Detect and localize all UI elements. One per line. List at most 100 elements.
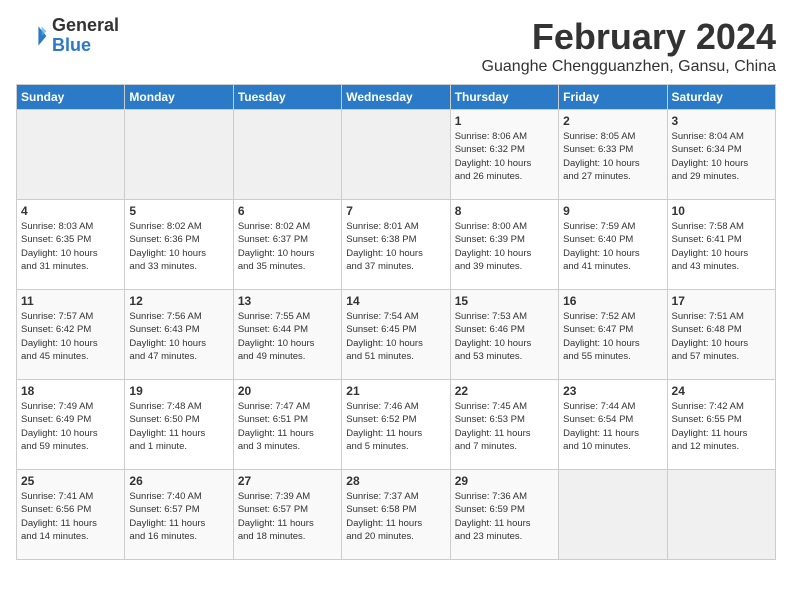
day-number: 21 bbox=[346, 384, 445, 398]
day-number: 22 bbox=[455, 384, 554, 398]
calendar-cell bbox=[125, 110, 233, 200]
day-info: Sunrise: 7:42 AM Sunset: 6:55 PM Dayligh… bbox=[672, 400, 771, 453]
calendar-subtitle: Guanghe Chengguanzhen, Gansu, China bbox=[482, 58, 776, 76]
day-number: 8 bbox=[455, 204, 554, 218]
day-info: Sunrise: 8:05 AM Sunset: 6:33 PM Dayligh… bbox=[563, 130, 662, 183]
calendar-cell: 4Sunrise: 8:03 AM Sunset: 6:35 PM Daylig… bbox=[17, 200, 125, 290]
calendar-cell: 20 Sunrise: 7:47 AM Sunset: 6:51 PM Dayli… bbox=[233, 380, 341, 470]
calendar-cell: 18 Sunrise: 7:49 AM Sunset: 6:49 PM Dayli… bbox=[17, 380, 125, 470]
calendar-body: 1 Sunrise: 8:06 AM Sunset: 6:32 PM Daylig… bbox=[17, 110, 776, 560]
day-info: Sunrise: 7:45 AM Sunset: 6:53 PM Dayligh… bbox=[455, 400, 554, 453]
day-info: Sunrise: 7:36 AM Sunset: 6:59 PM Dayligh… bbox=[455, 490, 554, 543]
day-number: 15 bbox=[455, 294, 554, 308]
day-info: Sunrise: 8:03 AM Sunset: 6:35 PM Dayligh… bbox=[21, 220, 120, 273]
day-number: 16 bbox=[563, 294, 662, 308]
day-number: 11 bbox=[21, 294, 120, 308]
day-info: Sunrise: 7:56 AM Sunset: 6:43 PM Dayligh… bbox=[129, 310, 228, 363]
calendar-cell: 14 Sunrise: 7:54 AM Sunset: 6:45 PM Dayli… bbox=[342, 290, 450, 380]
day-number: 25 bbox=[21, 474, 120, 488]
day-info: Sunrise: 7:55 AM Sunset: 6:44 PM Dayligh… bbox=[238, 310, 337, 363]
page-header: General Blue February 2024 Guanghe Cheng… bbox=[16, 16, 776, 76]
day-number: 2 bbox=[563, 114, 662, 128]
calendar-cell: 11 Sunrise: 7:57 AM Sunset: 6:42 PM Dayli… bbox=[17, 290, 125, 380]
calendar-cell: 8Sunrise: 8:00 AM Sunset: 6:39 PM Daylig… bbox=[450, 200, 558, 290]
day-number: 24 bbox=[672, 384, 771, 398]
day-number: 10 bbox=[672, 204, 771, 218]
day-info: Sunrise: 7:47 AM Sunset: 6:51 PM Dayligh… bbox=[238, 400, 337, 453]
day-number: 6 bbox=[238, 204, 337, 218]
day-info: Sunrise: 7:59 AM Sunset: 6:40 PM Dayligh… bbox=[563, 220, 662, 273]
calendar-cell bbox=[667, 470, 775, 560]
day-number: 14 bbox=[346, 294, 445, 308]
header-day: Friday bbox=[559, 85, 667, 110]
calendar-cell: 13Sunrise: 7:55 AM Sunset: 6:44 PM Dayli… bbox=[233, 290, 341, 380]
day-number: 1 bbox=[455, 114, 554, 128]
calendar-cell: 9 Sunrise: 7:59 AM Sunset: 6:40 PM Daylig… bbox=[559, 200, 667, 290]
calendar-table: SundayMondayTuesdayWednesdayThursdayFrid… bbox=[16, 84, 776, 560]
day-number: 23 bbox=[563, 384, 662, 398]
day-number: 5 bbox=[129, 204, 228, 218]
day-info: Sunrise: 7:41 AM Sunset: 6:56 PM Dayligh… bbox=[21, 490, 120, 543]
calendar-week: 18 Sunrise: 7:49 AM Sunset: 6:49 PM Dayli… bbox=[17, 380, 776, 470]
day-info: Sunrise: 8:04 AM Sunset: 6:34 PM Dayligh… bbox=[672, 130, 771, 183]
header-day: Thursday bbox=[450, 85, 558, 110]
calendar-cell: 16 Sunrise: 7:52 AM Sunset: 6:47 PM Dayli… bbox=[559, 290, 667, 380]
calendar-cell: 19 Sunrise: 7:48 AM Sunset: 6:50 PM Dayli… bbox=[125, 380, 233, 470]
day-number: 28 bbox=[346, 474, 445, 488]
day-info: Sunrise: 8:02 AM Sunset: 6:36 PM Dayligh… bbox=[129, 220, 228, 273]
calendar-cell bbox=[342, 110, 450, 200]
calendar-cell: 5 Sunrise: 8:02 AM Sunset: 6:36 PM Daylig… bbox=[125, 200, 233, 290]
day-info: Sunrise: 7:44 AM Sunset: 6:54 PM Dayligh… bbox=[563, 400, 662, 453]
calendar-header: SundayMondayTuesdayWednesdayThursdayFrid… bbox=[17, 85, 776, 110]
day-number: 7 bbox=[346, 204, 445, 218]
calendar-week: 4Sunrise: 8:03 AM Sunset: 6:35 PM Daylig… bbox=[17, 200, 776, 290]
day-info: Sunrise: 7:37 AM Sunset: 6:58 PM Dayligh… bbox=[346, 490, 445, 543]
day-info: Sunrise: 7:52 AM Sunset: 6:47 PM Dayligh… bbox=[563, 310, 662, 363]
day-info: Sunrise: 8:02 AM Sunset: 6:37 PM Dayligh… bbox=[238, 220, 337, 273]
day-info: Sunrise: 7:54 AM Sunset: 6:45 PM Dayligh… bbox=[346, 310, 445, 363]
header-day: Sunday bbox=[17, 85, 125, 110]
calendar-cell: 26Sunrise: 7:40 AM Sunset: 6:57 PM Dayli… bbox=[125, 470, 233, 560]
day-number: 19 bbox=[129, 384, 228, 398]
day-number: 20 bbox=[238, 384, 337, 398]
logo-icon bbox=[16, 20, 48, 52]
header-day: Monday bbox=[125, 85, 233, 110]
day-number: 3 bbox=[672, 114, 771, 128]
logo-general-text: General bbox=[52, 15, 119, 35]
calendar-week: 1 Sunrise: 8:06 AM Sunset: 6:32 PM Daylig… bbox=[17, 110, 776, 200]
day-info: Sunrise: 7:58 AM Sunset: 6:41 PM Dayligh… bbox=[672, 220, 771, 273]
calendar-cell: 1 Sunrise: 8:06 AM Sunset: 6:32 PM Daylig… bbox=[450, 110, 558, 200]
day-info: Sunrise: 7:39 AM Sunset: 6:57 PM Dayligh… bbox=[238, 490, 337, 543]
calendar-cell: 23 Sunrise: 7:44 AM Sunset: 6:54 PM Dayli… bbox=[559, 380, 667, 470]
day-info: Sunrise: 7:49 AM Sunset: 6:49 PM Dayligh… bbox=[21, 400, 120, 453]
calendar-cell: 2 Sunrise: 8:05 AM Sunset: 6:33 PM Daylig… bbox=[559, 110, 667, 200]
header-row: SundayMondayTuesdayWednesdayThursdayFrid… bbox=[17, 85, 776, 110]
header-day: Wednesday bbox=[342, 85, 450, 110]
calendar-cell: 3 Sunrise: 8:04 AM Sunset: 6:34 PM Daylig… bbox=[667, 110, 775, 200]
calendar-week: 25 Sunrise: 7:41 AM Sunset: 6:56 PM Dayli… bbox=[17, 470, 776, 560]
calendar-cell bbox=[559, 470, 667, 560]
calendar-cell: 28 Sunrise: 7:37 AM Sunset: 6:58 PM Dayli… bbox=[342, 470, 450, 560]
day-info: Sunrise: 7:53 AM Sunset: 6:46 PM Dayligh… bbox=[455, 310, 554, 363]
calendar-cell: 29Sunrise: 7:36 AM Sunset: 6:59 PM Dayli… bbox=[450, 470, 558, 560]
calendar-title: February 2024 bbox=[482, 16, 776, 58]
calendar-cell: 6 Sunrise: 8:02 AM Sunset: 6:37 PM Daylig… bbox=[233, 200, 341, 290]
day-number: 18 bbox=[21, 384, 120, 398]
calendar-week: 11 Sunrise: 7:57 AM Sunset: 6:42 PM Dayli… bbox=[17, 290, 776, 380]
calendar-cell: 17 Sunrise: 7:51 AM Sunset: 6:48 PM Dayli… bbox=[667, 290, 775, 380]
header-day: Tuesday bbox=[233, 85, 341, 110]
calendar-cell: 7Sunrise: 8:01 AM Sunset: 6:38 PM Daylig… bbox=[342, 200, 450, 290]
calendar-cell: 27Sunrise: 7:39 AM Sunset: 6:57 PM Dayli… bbox=[233, 470, 341, 560]
day-number: 9 bbox=[563, 204, 662, 218]
day-info: Sunrise: 7:51 AM Sunset: 6:48 PM Dayligh… bbox=[672, 310, 771, 363]
calendar-cell: 22 Sunrise: 7:45 AM Sunset: 6:53 PM Dayli… bbox=[450, 380, 558, 470]
day-number: 17 bbox=[672, 294, 771, 308]
title-section: February 2024 Guanghe Chengguanzhen, Gan… bbox=[482, 16, 776, 76]
day-info: Sunrise: 7:48 AM Sunset: 6:50 PM Dayligh… bbox=[129, 400, 228, 453]
calendar-cell: 21Sunrise: 7:46 AM Sunset: 6:52 PM Dayli… bbox=[342, 380, 450, 470]
day-info: Sunrise: 8:06 AM Sunset: 6:32 PM Dayligh… bbox=[455, 130, 554, 183]
calendar-cell: 25 Sunrise: 7:41 AM Sunset: 6:56 PM Dayli… bbox=[17, 470, 125, 560]
day-info: Sunrise: 7:40 AM Sunset: 6:57 PM Dayligh… bbox=[129, 490, 228, 543]
day-info: Sunrise: 7:57 AM Sunset: 6:42 PM Dayligh… bbox=[21, 310, 120, 363]
calendar-cell: 12Sunrise: 7:56 AM Sunset: 6:43 PM Dayli… bbox=[125, 290, 233, 380]
